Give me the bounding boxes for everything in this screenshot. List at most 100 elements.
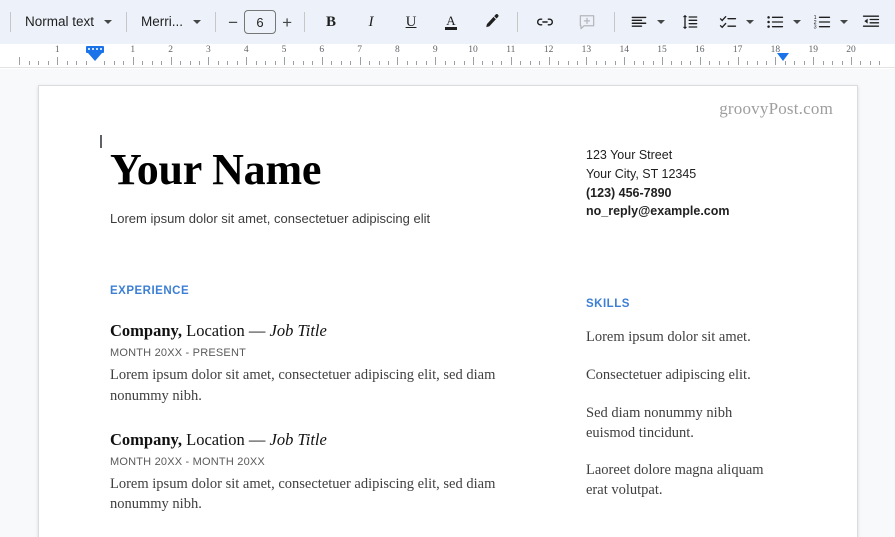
chevron-down-icon[interactable] bbox=[657, 20, 666, 24]
chevron-down-icon bbox=[193, 20, 202, 24]
toolbar-divider bbox=[614, 12, 616, 32]
ruler-tick bbox=[718, 61, 720, 65]
ruler-tick bbox=[690, 61, 692, 65]
insert-link-button[interactable] bbox=[531, 8, 559, 36]
ruler-tick bbox=[312, 61, 314, 65]
checklist-button[interactable] bbox=[714, 8, 742, 36]
ruler-scale: 1 1 2 3 4 5 6 7 8 9 10 11 12 13 14 15 16 17 18 19 20 bbox=[0, 44, 895, 67]
highlight-color-button[interactable] bbox=[477, 8, 505, 36]
job-description: Lorem ipsum dolor sit amet, consectetuer… bbox=[110, 475, 496, 513]
ruler-tick bbox=[293, 61, 295, 65]
ruler-number: 14 bbox=[619, 45, 629, 55]
experience-entry: Company, Location — Job Title MONTH 20XX… bbox=[110, 321, 530, 406]
ruler-number: 20 bbox=[846, 45, 856, 55]
bold-button[interactable]: B bbox=[317, 8, 345, 36]
section-heading-skills: SKILLS bbox=[586, 298, 630, 310]
italic-button[interactable]: I bbox=[357, 8, 385, 36]
font-size-input[interactable]: 6 bbox=[244, 10, 277, 34]
align-left-icon bbox=[631, 16, 647, 27]
add-comment-button[interactable] bbox=[573, 8, 601, 36]
contact-email: no_reply@example.com bbox=[586, 204, 730, 219]
numbered-list-icon: 1 2 3 bbox=[814, 15, 831, 31]
style-dropdown[interactable]: Normal text bbox=[17, 8, 120, 36]
ruler-tick bbox=[482, 61, 484, 65]
chevron-down-icon[interactable] bbox=[840, 20, 849, 24]
style-dropdown-label: Normal text bbox=[25, 14, 95, 29]
numbered-list-button[interactable]: 1 2 3 bbox=[808, 8, 836, 36]
toolbar-divider bbox=[126, 12, 128, 32]
ruler-tick bbox=[803, 61, 805, 65]
line-spacing-icon bbox=[682, 14, 698, 30]
toolbar-divider bbox=[215, 12, 217, 32]
chevron-down-icon[interactable] bbox=[793, 20, 802, 24]
ruler-tick bbox=[113, 61, 115, 65]
ruler-tick bbox=[217, 61, 219, 65]
ruler-number: 2 bbox=[168, 45, 173, 55]
skill-item: Consectetuer adipiscing elit. bbox=[586, 366, 751, 383]
ruler-tick bbox=[47, 61, 49, 65]
ruler-tick bbox=[605, 61, 607, 65]
underline-button[interactable]: U bbox=[397, 8, 425, 36]
document-canvas[interactable]: groovyPost.com Your Name Lorem ipsum dol… bbox=[0, 69, 895, 537]
increase-font-size-button[interactable]: + bbox=[276, 10, 298, 34]
ruler-number: 1 bbox=[54, 45, 60, 55]
text-cursor bbox=[100, 135, 102, 148]
decrease-font-size-button[interactable]: − bbox=[222, 10, 244, 34]
toolbar-divider bbox=[10, 12, 11, 32]
ruler-tick bbox=[813, 57, 815, 65]
checklist-icon bbox=[719, 16, 737, 29]
ruler-tick bbox=[321, 57, 323, 65]
font-size-stepper: − 6 + bbox=[222, 10, 298, 34]
ruler-tick bbox=[208, 57, 210, 65]
ruler-tick bbox=[104, 61, 106, 65]
ruler-tick bbox=[841, 61, 843, 65]
decrease-indent-button[interactable] bbox=[857, 8, 885, 36]
job-separator: — bbox=[248, 321, 266, 341]
ruler-tick bbox=[369, 61, 371, 65]
ruler-tick bbox=[765, 61, 767, 65]
formatting-toolbar: Normal text Merri... − 6 + B I U A 1 2 3 bbox=[0, 0, 895, 44]
ruler-tick bbox=[756, 61, 758, 65]
align-button[interactable] bbox=[625, 8, 653, 36]
ruler-tick bbox=[85, 61, 87, 65]
ruler-tick bbox=[359, 57, 361, 65]
ruler-tick bbox=[832, 61, 834, 65]
horizontal-ruler[interactable]: 1 1 2 3 4 5 6 7 8 9 10 11 12 13 14 15 16 17 18 19 20 bbox=[0, 44, 895, 68]
ruler-tick bbox=[255, 61, 257, 65]
document-page[interactable]: groovyPost.com Your Name Lorem ipsum dol… bbox=[38, 85, 858, 537]
ruler-number: 9 bbox=[432, 45, 438, 55]
chevron-down-icon[interactable] bbox=[746, 20, 755, 24]
watermark-text: groovyPost.com bbox=[719, 99, 833, 118]
ruler-tick bbox=[236, 61, 238, 65]
ruler-tick bbox=[170, 57, 172, 65]
ruler-tick bbox=[652, 61, 654, 65]
ruler-tick bbox=[473, 57, 474, 65]
experience-entry: Company, Location — Job Title MONTH 20XX… bbox=[110, 430, 530, 515]
text-color-button[interactable]: A bbox=[437, 8, 465, 36]
ruler-tick bbox=[151, 61, 153, 65]
ruler-tick bbox=[567, 61, 569, 65]
ruler-tick bbox=[699, 57, 701, 65]
left-indent-handle[interactable] bbox=[88, 53, 102, 61]
ruler-tick bbox=[529, 61, 531, 65]
ruler-tick bbox=[274, 61, 276, 65]
ruler-tick bbox=[66, 61, 68, 65]
ruler-tick bbox=[265, 61, 267, 65]
ruler-tick bbox=[387, 61, 389, 65]
ruler-tick bbox=[869, 61, 871, 65]
bulleted-list-button[interactable] bbox=[761, 8, 789, 36]
line-spacing-button[interactable] bbox=[676, 8, 704, 36]
ruler-tick bbox=[539, 61, 541, 65]
ruler-tick bbox=[425, 61, 427, 65]
ruler-number: 19 bbox=[808, 45, 818, 55]
font-dropdown[interactable]: Merri... bbox=[133, 8, 209, 36]
ruler-tick bbox=[737, 57, 739, 65]
page-title: Your Name bbox=[110, 145, 322, 194]
right-indent-marker[interactable] bbox=[777, 53, 789, 61]
ruler-tick bbox=[76, 61, 78, 65]
svg-text:3: 3 bbox=[814, 25, 817, 31]
ruler-tick bbox=[491, 61, 493, 65]
link-icon bbox=[537, 18, 554, 26]
ruler-tick bbox=[680, 61, 682, 65]
toolbar-divider bbox=[304, 12, 306, 32]
